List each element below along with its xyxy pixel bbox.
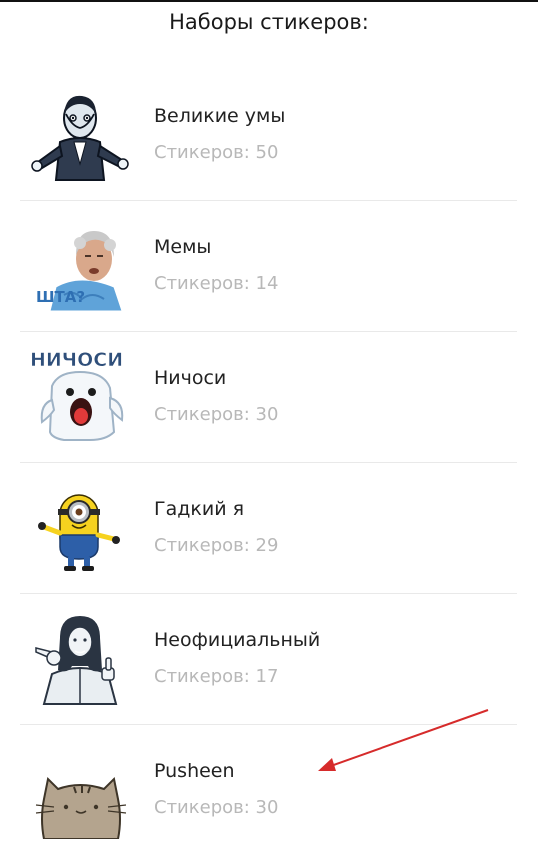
pack-title: Мемы (154, 236, 212, 258)
sticker-pack-row[interactable]: Великие умы Стикеров: 50 (20, 70, 517, 201)
pack-title: Pusheen (154, 760, 235, 782)
pack-sticker-count: Стикеров: 17 (154, 666, 279, 687)
svg-text:НИЧОСИ: НИЧОСИ (30, 349, 123, 371)
sticker-pack-row[interactable]: ШТА? Мемы Стикеров: 14 (20, 201, 517, 332)
svg-text:ШТА?: ШТА? (36, 288, 85, 306)
ghost-sticker-icon: НИЧОСИ (30, 346, 130, 446)
pack-sticker-count: Стикеров: 29 (154, 535, 279, 556)
meme-caption: ШТА? (36, 288, 85, 306)
top-rule (0, 0, 538, 2)
pack-title: Великие умы (154, 105, 286, 127)
pack-title: Неофициальный (154, 629, 321, 651)
pack-sticker-count: Стикеров: 14 (154, 273, 279, 294)
pack-title: Гадкий я (154, 498, 245, 520)
sticker-pack-row[interactable]: Гадкий я Стикеров: 29 (20, 463, 517, 594)
jesus-sticker-icon (30, 608, 130, 708)
pack-sticker-count: Стикеров: 30 (154, 404, 279, 425)
dali-sticker-icon (30, 84, 130, 184)
pusheen-cat-sticker-icon (30, 739, 130, 839)
pack-sticker-count: Стикеров: 50 (154, 142, 279, 163)
page-title: Наборы стикеров: (169, 10, 369, 34)
pack-title: Ничоси (154, 367, 227, 389)
sticker-pack-row[interactable]: НИЧОСИ Ничоси Стикеров: 30 (20, 332, 517, 463)
pack-sticker-count: Стикеров: 30 (154, 797, 279, 818)
annotation-arrow-icon (318, 709, 489, 771)
minion-sticker-icon (30, 477, 130, 577)
